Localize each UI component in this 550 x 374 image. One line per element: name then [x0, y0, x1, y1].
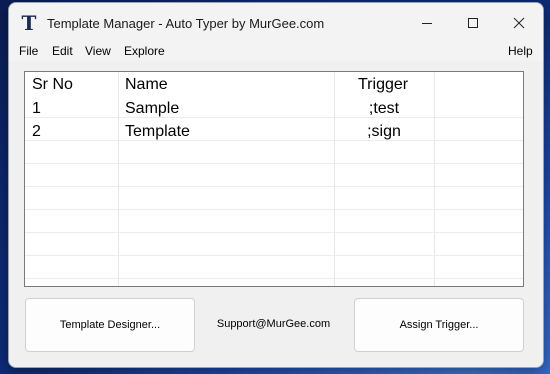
cell-trigger: ;test — [368, 100, 400, 117]
column-header-name[interactable]: Name — [125, 72, 168, 96]
template-designer-button[interactable]: Template Designer... — [25, 298, 195, 352]
menu-file[interactable]: File — [19, 43, 38, 59]
grid-line — [25, 186, 523, 187]
column-header-sr-no[interactable]: Sr No — [32, 72, 73, 96]
maximize-icon — [468, 18, 478, 28]
maximize-button[interactable] — [451, 3, 497, 43]
cell-trigger: ;sign — [367, 123, 401, 140]
menu-explore[interactable]: Explore — [124, 43, 165, 59]
close-button[interactable] — [497, 3, 543, 43]
menu-bar: File Edit View Explore Help — [9, 43, 543, 61]
column-divider[interactable] — [434, 72, 435, 286]
grid-line — [25, 163, 523, 164]
cell-name: Sample — [125, 100, 180, 117]
cell-sr-no: 2 — [32, 123, 41, 140]
minimize-icon — [422, 23, 432, 24]
window-title: Template Manager - Auto Typer by MurGee.… — [47, 16, 325, 31]
column-divider[interactable] — [118, 72, 119, 286]
client-area: Sr No Name Trigger 1 Sample ;test 2 Temp… — [9, 61, 543, 367]
grid-line — [25, 140, 523, 141]
grid-line — [25, 278, 523, 279]
support-email-link[interactable]: Support@MurGee.com — [193, 298, 354, 350]
cell-name: Template — [125, 123, 190, 140]
menu-help[interactable]: Help — [508, 43, 533, 59]
cell-sr-no: 1 — [32, 100, 41, 117]
grid-line — [25, 209, 523, 210]
minimize-button[interactable] — [405, 3, 451, 43]
menu-edit[interactable]: Edit — [52, 43, 73, 59]
close-icon — [513, 17, 525, 29]
title-bar[interactable]: T Template Manager - Auto Typer by MurGe… — [9, 3, 543, 43]
grid-line — [25, 232, 523, 233]
app-window: T Template Manager - Auto Typer by MurGe… — [8, 2, 544, 368]
template-list[interactable]: Sr No Name Trigger 1 Sample ;test 2 Temp… — [24, 71, 524, 287]
app-icon: T — [21, 11, 37, 35]
grid-line — [25, 117, 523, 118]
column-header-trigger[interactable]: Trigger — [358, 72, 408, 96]
assign-trigger-button[interactable]: Assign Trigger... — [354, 298, 524, 352]
menu-view[interactable]: View — [85, 43, 111, 59]
grid-line — [25, 255, 523, 256]
